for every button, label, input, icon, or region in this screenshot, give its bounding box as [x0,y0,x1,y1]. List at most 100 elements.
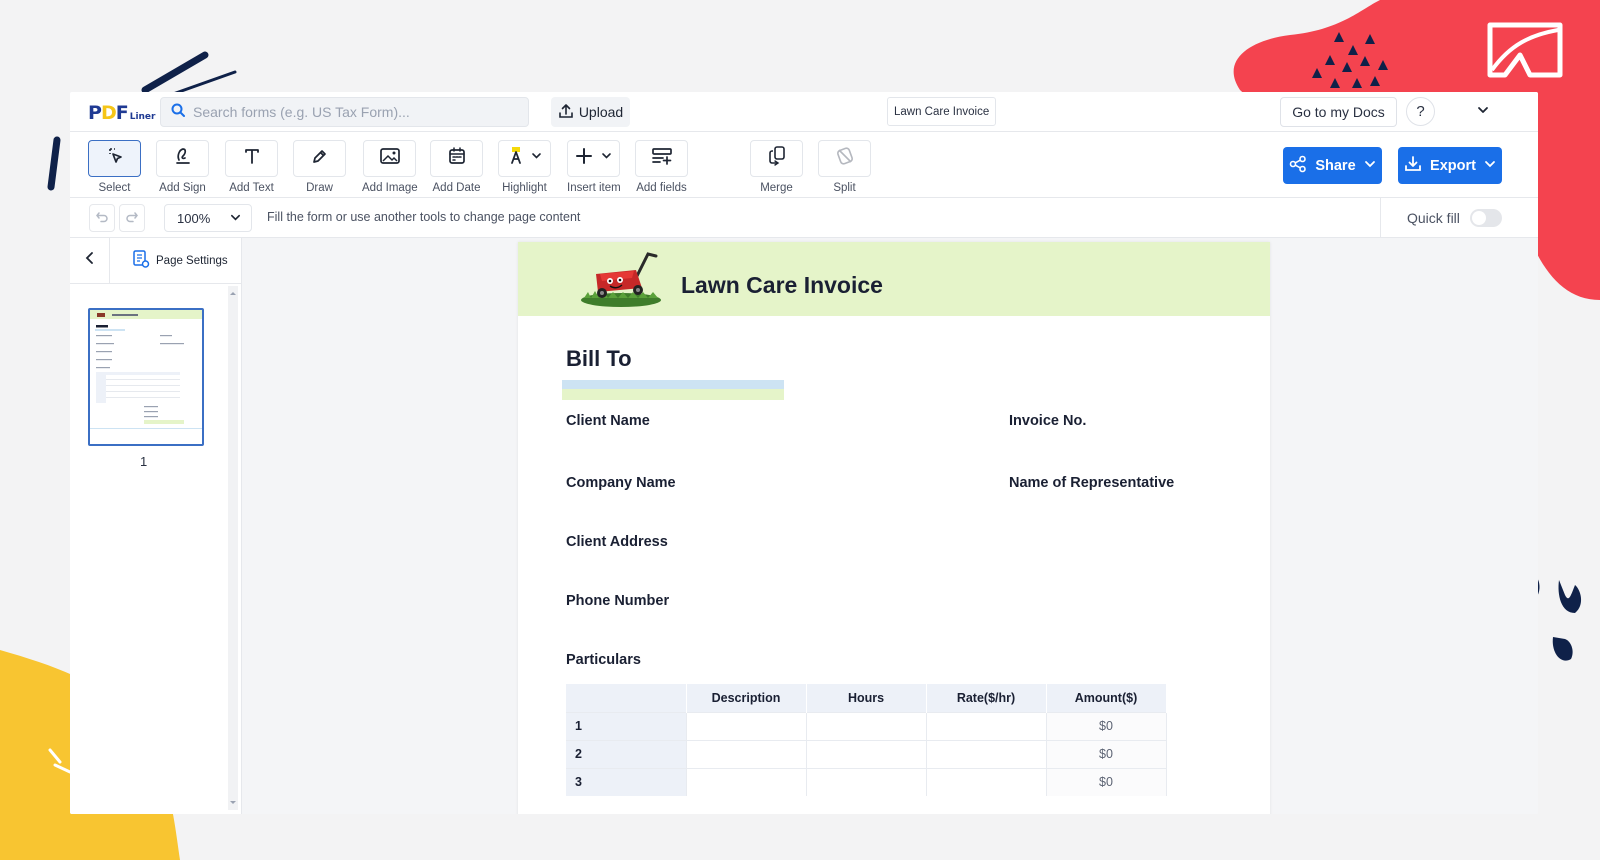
hours-cell[interactable] [806,711,927,740]
tool-label: Add Sign [159,182,206,194]
zoom-select[interactable]: 100% [164,204,252,232]
column-header: Description [686,684,807,712]
row-number: 1 [566,711,687,740]
tool-select[interactable]: Select [88,140,141,194]
invoice-header: Lawn Care Invoice [518,242,1270,316]
bill-to-bar [562,380,784,389]
tool-add-fields[interactable]: Add fields [635,140,688,194]
invoice-title: Lawn Care Invoice [681,272,883,298]
tool-label: Draw [306,182,333,194]
zoom-value: 100% [177,210,211,226]
upload-label: Upload [578,104,624,120]
sub-toolbar: 100% Fill the form or use another tools … [70,198,1538,238]
invoice-no-label: Invoice No. [1009,413,1087,429]
export-button[interactable]: Export [1398,147,1502,184]
table-row: 1 $0 [566,711,1167,740]
page-thumbnail[interactable] [88,308,204,446]
logo-main: PDF [88,102,129,124]
quick-fill-label: Quick fill [1407,210,1460,226]
undo-button[interactable] [89,204,115,232]
split-icon [835,146,855,171]
document-page[interactable]: Lawn Care Invoice Bill To Client Name In… [518,242,1270,814]
quick-fill: Quick fill [1380,198,1538,238]
tool-label: Merge [760,182,793,194]
column-header: Amount($) [1046,684,1167,712]
page-settings-button[interactable]: Page Settings [132,249,228,272]
app-window: PDF Liner Upload Lawn Care Invoice Go to… [70,92,1538,814]
download-icon [1404,155,1422,177]
calendar-icon [447,146,467,171]
column-header: Hours [806,684,927,712]
export-label: Export [1430,157,1476,174]
hint-text: Fill the form or use another tools to ch… [267,210,581,224]
tool-merge[interactable]: Merge [750,140,803,194]
toolbar: Select Add Sign Add Text Draw Add Image … [70,132,1538,198]
highlighter-icon [507,146,543,171]
description-cell[interactable] [686,739,807,768]
tool-add-text[interactable]: Add Text [225,140,278,194]
description-cell[interactable] [686,711,807,740]
chevron-down-icon [1364,158,1376,174]
document-canvas: Lawn Care Invoice Bill To Client Name In… [242,238,1538,814]
undo-icon [95,209,109,228]
row-number: 2 [566,739,687,768]
select-cursor-icon [105,146,125,171]
share-icon [1289,155,1307,177]
tool-add-date[interactable]: Add Date [430,140,483,194]
tool-label: Split [833,182,856,194]
upload-icon [558,103,574,122]
quick-fill-toggle[interactable] [1469,209,1502,227]
tool-label: Insert item [567,182,621,194]
chevron-left-icon [84,251,96,270]
table-row: 2 $0 [566,739,1167,768]
upload-button[interactable]: Upload [551,97,630,127]
rate-cell[interactable] [926,739,1047,768]
redo-icon [125,209,139,228]
company-name-label: Company Name [566,475,676,491]
tool-label: Highlight [502,182,547,194]
rate-cell[interactable] [926,767,1047,796]
amount-cell: $0 [1046,767,1167,796]
tool-insert-item[interactable]: Insert item [567,140,621,194]
redo-button[interactable] [119,204,145,232]
pdfliner-logo[interactable]: PDF Liner [88,102,155,124]
collapse-sidebar-button[interactable] [70,237,110,284]
column-header [566,684,687,712]
hours-cell[interactable] [806,739,927,768]
help-button[interactable]: ? [1406,97,1435,126]
image-icon [379,146,401,171]
tool-draw[interactable]: Draw [293,140,346,194]
amount-cell: $0 [1046,711,1167,740]
search-input[interactable] [193,104,513,120]
table-row: 3 $0 [566,767,1167,796]
sidebar-scrollbar[interactable] [228,286,238,810]
tool-add-sign[interactable]: Add Sign [156,140,209,194]
plus-icon [574,146,614,171]
description-cell[interactable] [686,767,807,796]
particulars-table: Description Hours Rate($/hr) Amount($) 1… [566,684,1167,796]
page-number: 1 [140,454,148,469]
tool-label: Select [98,182,131,194]
tool-label: Add Date [432,182,481,194]
go-to-my-docs-button[interactable]: Go to my Docs [1280,97,1397,127]
document-title-field[interactable]: Lawn Care Invoice [887,97,997,126]
client-address-label: Client Address [566,534,668,550]
pen-icon [310,146,330,171]
page-settings-label: Page Settings [156,254,228,267]
share-button[interactable]: Share [1283,147,1382,184]
share-label: Share [1315,157,1356,174]
row-number: 3 [566,767,687,796]
chevron-down-icon [230,211,241,226]
tool-add-image[interactable]: Add Image [362,140,418,194]
bill-to-heading: Bill To [566,346,632,371]
tool-split[interactable]: Split [818,140,871,194]
rate-cell[interactable] [926,711,1047,740]
hours-cell[interactable] [806,767,927,796]
client-name-label: Client Name [566,413,650,429]
text-icon [242,146,262,171]
chevron-down-icon[interactable] [1476,103,1490,122]
signature-icon [173,146,193,171]
merge-icon [767,145,787,172]
tool-highlight[interactable]: Highlight [498,140,551,194]
page-settings-icon [132,249,150,272]
